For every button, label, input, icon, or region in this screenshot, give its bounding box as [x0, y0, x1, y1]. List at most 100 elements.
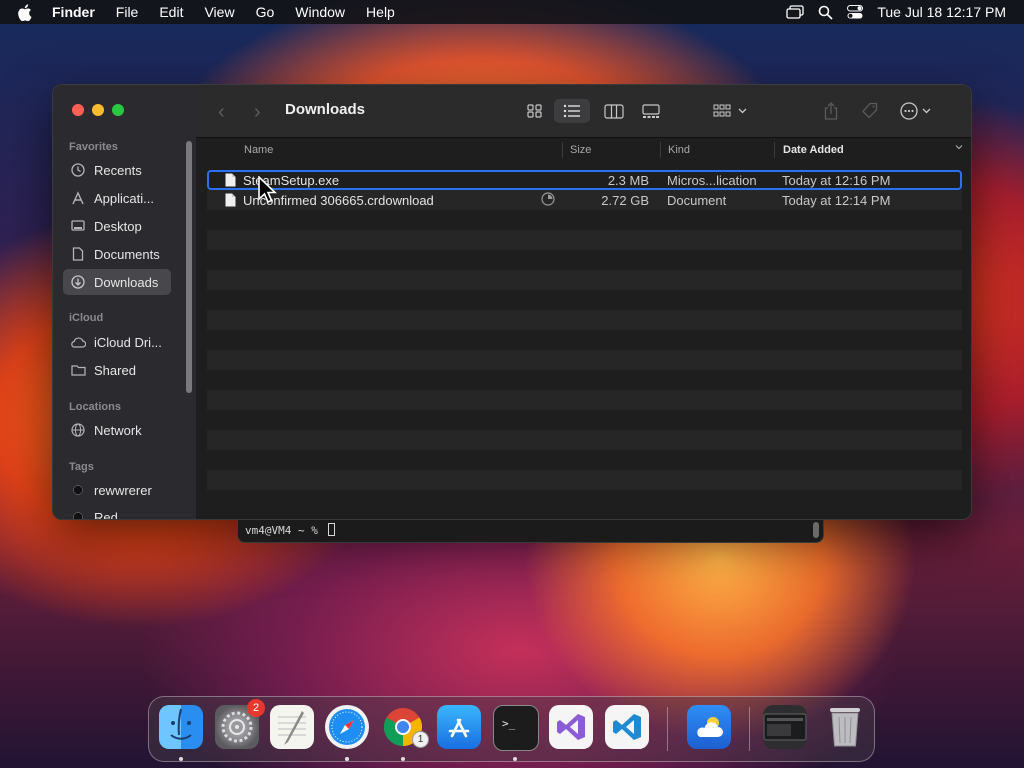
empty-row: [207, 470, 962, 490]
file-kind: Document: [667, 193, 727, 208]
column-date-added-header[interactable]: Date Added: [783, 144, 844, 156]
empty-row: [207, 490, 962, 510]
sidebar-section-tags: Tags: [69, 461, 94, 473]
file-row[interactable]: Unconfirmed 306665.crdownload 2.72 GB Do…: [207, 190, 962, 210]
menu-app-name[interactable]: Finder: [52, 4, 95, 20]
sidebar-item-recents[interactable]: Recents: [63, 157, 171, 183]
file-size: 2.3 MB: [607, 173, 649, 188]
empty-row: [207, 250, 962, 270]
screen-mirroring-icon[interactable]: [786, 5, 804, 19]
sidebar-item-shared[interactable]: Shared: [63, 357, 171, 383]
sidebar-item-label: iCloud Dri...: [94, 334, 162, 350]
dock: 2 1 >_: [148, 696, 875, 762]
empty-row: [207, 370, 962, 390]
sidebar-item-network[interactable]: Network: [63, 417, 171, 443]
system-settings-icon[interactable]: 2: [215, 699, 265, 749]
apple-menu-icon[interactable]: [17, 3, 35, 21]
empty-row: [207, 390, 962, 410]
file-kind: Micros...lication: [667, 173, 757, 188]
column-size-header[interactable]: Size: [570, 144, 591, 156]
sidebar-scrollbar[interactable]: [186, 141, 192, 393]
sidebar-item-label: Shared: [94, 362, 136, 378]
terminal-window[interactable]: vm4@VM4 ~ %: [237, 520, 824, 543]
preview-window-icon[interactable]: [763, 705, 807, 749]
more-actions-icon[interactable]: [899, 99, 939, 123]
download-icon: [70, 274, 86, 290]
applications-icon: [70, 190, 86, 206]
forward-chevron-icon[interactable]: ›: [254, 101, 261, 124]
sidebar-item-label: Recents: [94, 162, 142, 178]
weather-icon[interactable]: [687, 705, 731, 749]
empty-row: [207, 350, 962, 370]
sidebar-item-desktop[interactable]: Desktop: [63, 213, 171, 239]
empty-row: [207, 310, 962, 330]
clock-icon: [70, 162, 86, 178]
sidebar-item-applications[interactable]: Applicati...: [63, 185, 171, 211]
column-kind-header[interactable]: Kind: [668, 144, 690, 156]
file-date-added: Today at 12:16 PM: [782, 173, 891, 188]
finder-content: ‹ › Downloads Name Size Kind Date Added …: [196, 85, 971, 519]
menu-help[interactable]: Help: [366, 4, 395, 20]
sidebar-item-downloads[interactable]: Downloads: [63, 269, 171, 295]
terminal-cursor: [328, 523, 335, 536]
sidebar-item-label: Applicati...: [94, 190, 154, 206]
sidebar-item-tag-red[interactable]: Red: [63, 504, 171, 520]
menu-window[interactable]: Window: [295, 4, 345, 20]
column-header: Name Size Kind Date Added: [196, 138, 971, 162]
menu-file[interactable]: File: [116, 4, 139, 20]
sidebar-item-label: Documents: [94, 246, 160, 262]
visual-studio-icon[interactable]: [549, 705, 593, 749]
column-view-icon[interactable]: [600, 99, 628, 123]
chrome-icon[interactable]: 1: [381, 705, 429, 749]
empty-row: [207, 410, 962, 430]
sidebar-item-icloud-drive[interactable]: iCloud Dri...: [63, 329, 171, 355]
download-progress-icon: [541, 192, 555, 209]
finder-icon[interactable]: [159, 705, 203, 749]
group-by-dropdown-icon[interactable]: [711, 99, 751, 123]
trash-icon[interactable]: [823, 705, 867, 749]
share-icon[interactable]: [820, 99, 842, 123]
menu-go[interactable]: Go: [256, 4, 275, 20]
zoom-button[interactable]: [112, 104, 124, 116]
close-button[interactable]: [72, 104, 84, 116]
sidebar-section-favorites: Favorites: [69, 141, 118, 153]
terminal-icon[interactable]: >_: [493, 705, 539, 751]
sidebar-item-label: Network: [94, 422, 142, 438]
list-view-icon[interactable]: [554, 99, 590, 123]
sidebar-item-label: Downloads: [94, 274, 159, 290]
app-store-icon[interactable]: [437, 705, 481, 749]
gallery-view-icon[interactable]: [637, 99, 665, 123]
sort-chevron-down-icon[interactable]: [954, 142, 964, 155]
notification-badge: 2: [247, 699, 265, 717]
menu-view[interactable]: View: [204, 4, 234, 20]
empty-row: [207, 270, 962, 290]
empty-row: [207, 330, 962, 350]
safari-icon[interactable]: [325, 705, 369, 749]
sidebar-item-documents[interactable]: Documents: [63, 241, 171, 267]
textedit-icon[interactable]: [270, 705, 314, 749]
minimize-button[interactable]: [92, 104, 104, 116]
menu-clock[interactable]: Tue Jul 18 12:17 PM: [877, 4, 1006, 20]
document-file-icon: [225, 173, 236, 190]
column-name-header[interactable]: Name: [244, 144, 273, 156]
icon-view-icon[interactable]: [523, 99, 547, 123]
menu-edit[interactable]: Edit: [159, 4, 183, 20]
spotlight-search-icon[interactable]: [818, 5, 833, 20]
tag-icon[interactable]: [858, 99, 882, 123]
terminal-prompt: vm4@VM4 ~ %: [245, 524, 318, 537]
file-size: 2.72 GB: [601, 193, 649, 208]
window-title: Downloads: [285, 101, 366, 118]
menu-bar: Finder File Edit View Go Window Help Tue…: [0, 0, 1024, 24]
back-chevron-icon[interactable]: ‹: [218, 101, 225, 124]
vscode-icon[interactable]: [605, 705, 649, 749]
finder-toolbar: ‹ › Downloads: [196, 85, 971, 138]
sidebar-item-tag-rewwrerer[interactable]: rewwrerer: [63, 477, 171, 503]
empty-row: [207, 230, 962, 250]
file-row[interactable]: SteamSetup.exe 2.3 MB Micros...lication …: [207, 170, 962, 190]
terminal-scrollbar[interactable]: [813, 522, 819, 538]
sidebar-section-locations: Locations: [69, 401, 121, 413]
file-date-added: Today at 12:14 PM: [782, 193, 891, 208]
sidebar-item-label: Red: [94, 509, 118, 520]
control-center-icon[interactable]: [847, 5, 864, 19]
empty-row: [207, 290, 962, 310]
